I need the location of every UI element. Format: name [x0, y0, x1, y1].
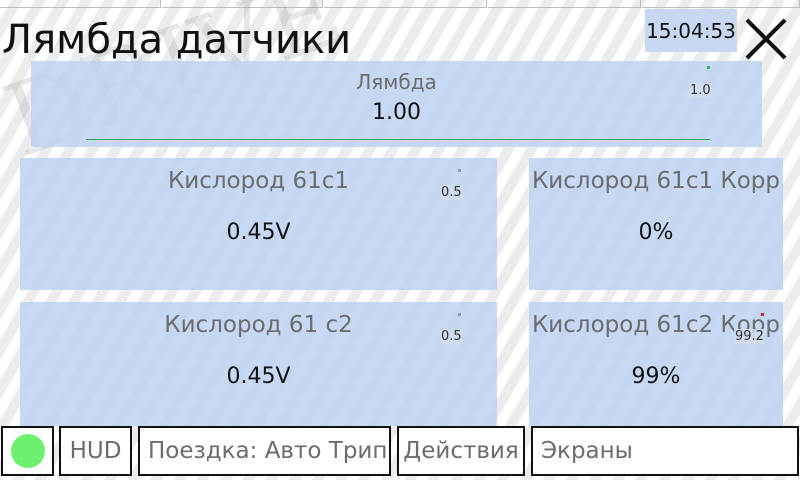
- gauge-oxygen-61-c2[interactable]: Кислород 61 с2 0.45V 0.5: [20, 302, 497, 426]
- gauge-label: Кислород 61с1: [167, 168, 350, 194]
- clock: 15:04:53: [645, 9, 737, 52]
- top-strip: [0, 0, 800, 8]
- gauge-label: Лямбда: [356, 70, 437, 94]
- screens-button[interactable]: Экраны: [531, 426, 799, 476]
- top-strip-segment: [324, 0, 487, 8]
- gauge-scale-label: 99.2: [734, 329, 765, 344]
- hud-button-label: HUD: [69, 438, 122, 464]
- gauge-label: Кислород 61с1 Корр: [531, 168, 781, 194]
- trip-button[interactable]: Поездка: Авто Трип: [138, 426, 391, 476]
- gauge-lambda[interactable]: Лямбда 1.00 1.0: [31, 61, 762, 147]
- gauge-value: 1.00: [372, 100, 421, 125]
- actions-button-label: Действия: [403, 438, 519, 464]
- gauge-scale-label: 1.0: [689, 83, 712, 98]
- close-icon[interactable]: [743, 16, 789, 62]
- gauge-value: 0.45V: [226, 364, 291, 389]
- top-strip-segment: [642, 0, 800, 8]
- hud-button[interactable]: HUD: [59, 426, 132, 476]
- trip-button-label: Поездка: Авто Трип: [148, 438, 388, 464]
- actions-button[interactable]: Действия: [397, 426, 525, 476]
- gauge-indicator-dot: [707, 66, 710, 69]
- gauge-scale-label: 0.5: [440, 185, 463, 200]
- gauge-value: 99%: [631, 364, 681, 389]
- bottom-bar: HUD Поездка: Авто Трип Действия Экраны: [0, 424, 800, 480]
- status-indicator-icon: [10, 434, 45, 468]
- gauge-oxygen-61c1[interactable]: Кислород 61с1 0.45V 0.5: [20, 158, 497, 290]
- screens-button-label: Экраны: [541, 438, 633, 464]
- gauge-oxygen-61c1-corr[interactable]: Кислород 61с1 Корр 0%: [529, 158, 783, 290]
- gauge-indicator-dot: [458, 169, 461, 172]
- gauge-indicator-dot: [761, 313, 764, 316]
- top-strip-segment: [0, 0, 161, 8]
- gauge-oxygen-61c2-corr[interactable]: Кислород 61с2 Корр 99% 99.2: [529, 302, 783, 426]
- gauge-line: [86, 139, 710, 140]
- gauge-label: Кислород 61 с2: [164, 312, 353, 338]
- top-strip-segment: [488, 0, 641, 8]
- gauge-value: 0.45V: [226, 220, 291, 245]
- clock-text: 15:04:53: [646, 18, 736, 43]
- gauge-scale-label: 0.5: [440, 329, 463, 344]
- status-button[interactable]: [1, 426, 54, 476]
- gauge-indicator-dot: [458, 313, 461, 316]
- gauge-value: 0%: [638, 220, 674, 245]
